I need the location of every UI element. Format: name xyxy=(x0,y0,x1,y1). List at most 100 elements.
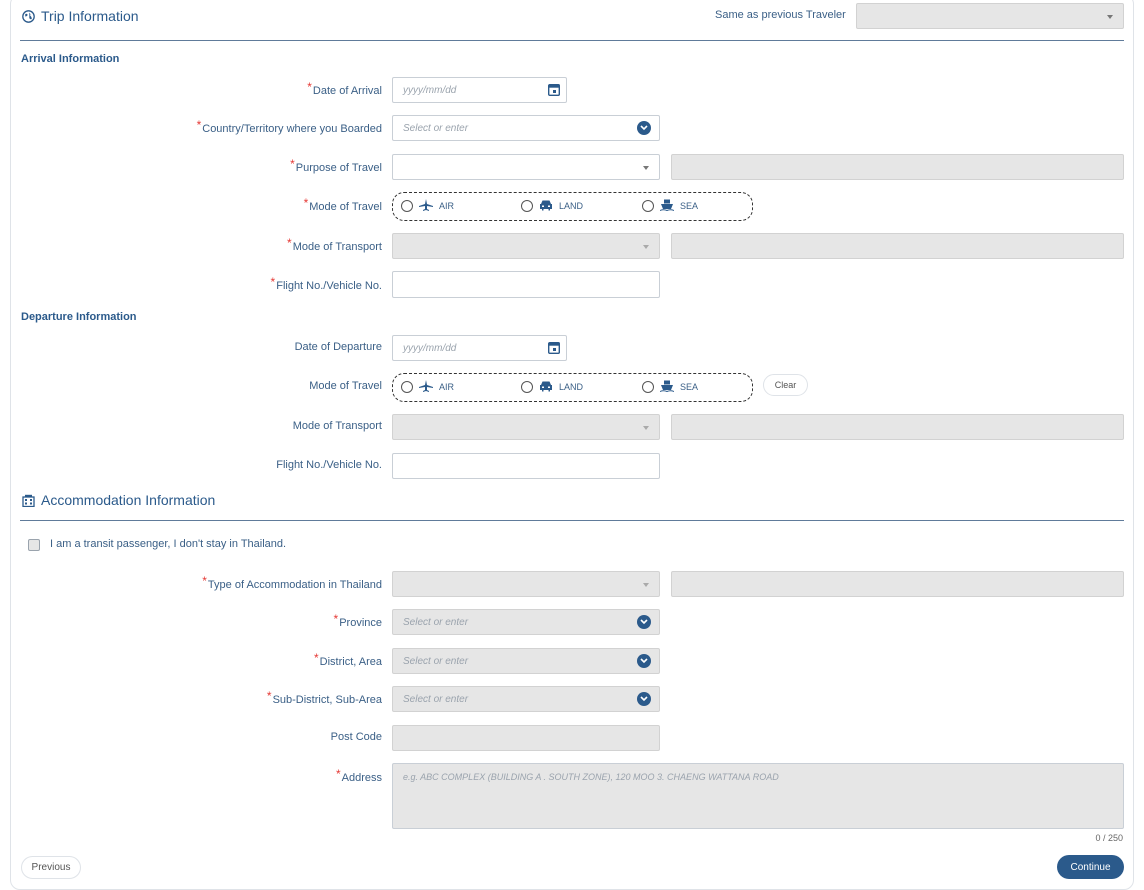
plane-icon xyxy=(419,199,433,213)
date-of-departure-input[interactable]: yyyy/mm/dd xyxy=(392,335,567,361)
required-mark: * xyxy=(307,80,312,94)
departure-transport-select[interactable] xyxy=(392,414,660,440)
required-mark: * xyxy=(287,236,292,250)
date-of-arrival-label: *Date of Arrival xyxy=(307,80,382,97)
label-text: Mode of Travel xyxy=(309,201,382,213)
chevron-down-icon xyxy=(637,615,651,629)
required-mark: * xyxy=(266,689,272,703)
arrival-flight-input[interactable] xyxy=(392,271,660,298)
divider xyxy=(20,520,1124,521)
continue-button[interactable]: Continue xyxy=(1057,855,1124,879)
departure-transport-other-input[interactable] xyxy=(671,414,1124,440)
label-text: Date of Arrival xyxy=(312,85,382,97)
calendar-icon[interactable] xyxy=(547,83,561,99)
radio-sea[interactable]: SEA xyxy=(642,199,698,213)
label-text: Sub-District, Sub-Area xyxy=(272,694,382,706)
radio-land-label: LAND xyxy=(559,382,584,392)
char-counter: 0 / 250 xyxy=(1095,833,1123,843)
radio-sea[interactable]: SEA xyxy=(642,380,698,394)
radio-air-label: AIR xyxy=(439,382,455,392)
departure-transport-label: Mode of Transport xyxy=(292,420,382,432)
mode-of-travel-label: *Mode of Travel xyxy=(303,196,382,213)
district-select[interactable]: Select or enter xyxy=(392,648,660,674)
radio-air-label: AIR xyxy=(439,201,455,211)
subdistrict-label: *Sub-District, Sub-Area xyxy=(266,689,382,706)
required-mark: * xyxy=(270,275,276,289)
radio-land[interactable]: LAND xyxy=(521,380,583,394)
car-icon xyxy=(539,199,553,213)
radio-button[interactable] xyxy=(521,200,533,212)
arrival-transport-select[interactable] xyxy=(392,233,660,259)
trip-info-title: Trip Information xyxy=(41,8,139,24)
transit-label: I am a transit passenger, I don't stay i… xyxy=(50,538,287,550)
radio-button[interactable] xyxy=(642,381,654,393)
address-label: *Address xyxy=(336,767,382,784)
accommodation-type-other-input[interactable] xyxy=(671,571,1124,597)
radio-air[interactable]: AIR xyxy=(401,380,454,394)
label-text: Mode of Transport xyxy=(292,241,382,253)
car-icon xyxy=(539,380,553,394)
same-as-label: Same as previous Traveler xyxy=(715,9,846,21)
building-icon xyxy=(22,494,35,507)
same-as-traveler-select[interactable] xyxy=(856,3,1124,29)
required-mark: * xyxy=(333,612,339,626)
previous-button[interactable]: Previous xyxy=(21,856,81,879)
label-text: Flight No./Vehicle No. xyxy=(276,280,382,292)
date-of-departure-label: Date of Departure xyxy=(294,341,382,353)
country-boarded-select[interactable]: Select or enter xyxy=(392,115,660,141)
departure-title: Departure Information xyxy=(21,311,137,323)
required-mark: * xyxy=(196,118,202,132)
ship-icon xyxy=(659,380,675,394)
accommodation-type-label: *Type of Accommodation in Thailand xyxy=(202,574,382,591)
arrival-mode-radio-group: AIR LAND SEA xyxy=(392,192,753,221)
postcode-input[interactable] xyxy=(392,725,660,751)
accommodation-type-select[interactable] xyxy=(392,571,660,597)
radio-air[interactable]: AIR xyxy=(401,199,454,213)
required-mark: * xyxy=(290,157,295,171)
radio-button[interactable] xyxy=(642,200,654,212)
date-placeholder: yyyy/mm/dd xyxy=(403,84,457,96)
clear-button[interactable]: Clear xyxy=(763,374,808,396)
province-select[interactable]: Select or enter xyxy=(392,609,660,635)
radio-land[interactable]: LAND xyxy=(521,199,583,213)
transit-checkbox[interactable] xyxy=(28,539,40,551)
flight-no-label: *Flight No./Vehicle No. xyxy=(270,275,382,292)
chevron-down-icon xyxy=(637,654,651,668)
date-placeholder: yyyy/mm/dd xyxy=(403,342,457,354)
postcode-label: Post Code xyxy=(330,731,382,743)
caret-down-icon xyxy=(1107,15,1113,19)
required-mark: * xyxy=(303,196,309,210)
caret-down-icon xyxy=(643,166,649,170)
plane-icon xyxy=(419,380,433,394)
address-textarea[interactable]: e.g. ABC COMPLEX (BUILDING A . SOUTH ZON… xyxy=(392,763,1124,829)
arrival-transport-other-input[interactable] xyxy=(671,233,1124,259)
label-text: Country/Territory where you Boarded xyxy=(202,123,382,135)
purpose-select[interactable] xyxy=(392,154,660,180)
chevron-down-icon xyxy=(637,692,651,706)
departure-mode-label: Mode of Travel xyxy=(309,380,382,392)
radio-button[interactable] xyxy=(521,381,533,393)
radio-button[interactable] xyxy=(401,381,413,393)
radio-button[interactable] xyxy=(401,200,413,212)
country-boarded-label: *Country/Territory where you Boarded xyxy=(196,118,382,135)
district-label: *District, Area xyxy=(314,651,382,668)
province-label: *Province xyxy=(333,612,382,629)
departure-flight-label: Flight No./Vehicle No. xyxy=(276,459,382,471)
select-placeholder: Select or enter xyxy=(403,693,469,705)
radio-land-label: LAND xyxy=(559,201,584,211)
departure-flight-input[interactable] xyxy=(392,453,660,479)
calendar-icon[interactable] xyxy=(547,341,561,357)
date-of-arrival-input[interactable]: yyyy/mm/dd xyxy=(392,77,567,103)
subdistrict-select[interactable]: Select or enter xyxy=(392,686,660,712)
label-text: Type of Accommodation in Thailand xyxy=(207,579,382,591)
globe-icon xyxy=(22,9,35,23)
radio-sea-label: SEA xyxy=(680,382,699,392)
caret-down-icon xyxy=(643,426,649,430)
caret-down-icon xyxy=(643,245,649,249)
radio-sea-label: SEA xyxy=(680,201,699,211)
label-text: Address xyxy=(341,772,382,784)
select-placeholder: Select or enter xyxy=(403,655,469,667)
arrival-title: Arrival Information xyxy=(21,53,120,65)
purpose-other-input[interactable] xyxy=(671,154,1124,180)
purpose-label: *Purpose of Travel xyxy=(290,157,382,174)
